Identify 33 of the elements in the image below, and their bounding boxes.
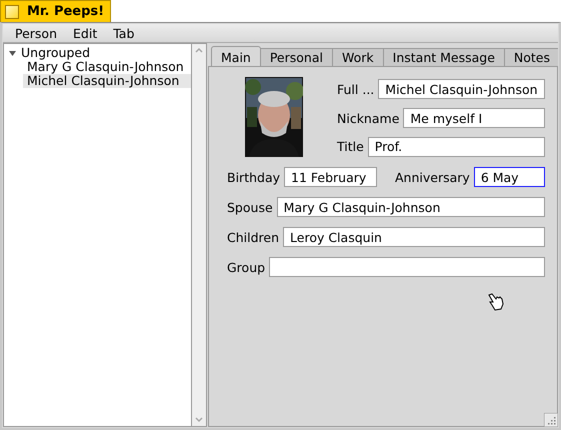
- hand-pointer-icon: [487, 292, 505, 312]
- window-title: Mr. Peeps!: [27, 4, 104, 19]
- field-label: Nickname: [337, 110, 400, 126]
- tab[interactable]: Work: [332, 48, 384, 66]
- tab[interactable]: Notes: [504, 48, 558, 66]
- field-label: Group: [227, 260, 266, 274]
- text-field[interactable]: Leroy Clasquin: [283, 227, 545, 247]
- zoom-button[interactable]: [5, 4, 19, 18]
- text-field[interactable]: Michel Clasquin-Johnson: [378, 79, 545, 100]
- scroll-bar[interactable]: [191, 43, 207, 427]
- text-field[interactable]: Me myself I: [403, 108, 545, 128]
- tree-item[interactable]: Ungrouped: [17, 46, 90, 60]
- field-label: Children: [227, 230, 280, 244]
- menu-item[interactable]: Edit: [65, 26, 106, 40]
- menu-item[interactable]: Person: [7, 26, 66, 40]
- tab[interactable]: Main: [211, 46, 261, 66]
- field-label: Spouse: [227, 200, 273, 214]
- text-field[interactable]: [269, 257, 545, 277]
- tree-item[interactable]: Mary G Clasquin-Johnson: [23, 60, 191, 74]
- field-label: Full ...: [337, 82, 374, 97]
- menu-item[interactable]: Tab: [105, 26, 142, 40]
- field-label: Title: [337, 139, 364, 154]
- resize-grip-icon[interactable]: [544, 413, 558, 427]
- expander-icon[interactable]: [8, 48, 17, 58]
- text-field[interactable]: 6 May: [474, 167, 545, 187]
- field-label: Birthday: [227, 170, 280, 184]
- tree-item[interactable]: Michel Clasquin-Johnson: [23, 74, 191, 88]
- text-field[interactable]: Prof.: [368, 136, 545, 157]
- tab[interactable]: Instant Message: [382, 48, 505, 66]
- text-field[interactable]: 11 February: [284, 167, 377, 187]
- tab[interactable]: Personal: [260, 48, 333, 66]
- text-field[interactable]: Mary G Clasquin-Johnson: [276, 197, 545, 217]
- field-label: Anniversary: [395, 170, 470, 184]
